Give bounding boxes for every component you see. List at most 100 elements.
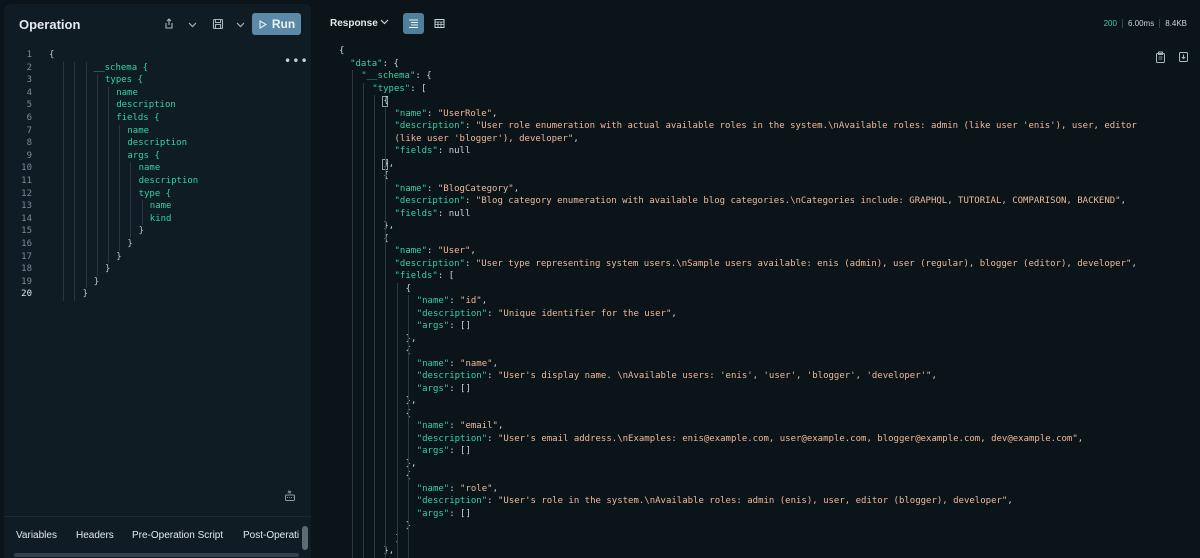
table-view-button[interactable] <box>429 13 450 34</box>
json-punct: : [] <box>449 508 471 519</box>
json-line: "description": "User's display name. \nA… <box>417 370 937 383</box>
prettify-button[interactable] <box>284 489 296 505</box>
chevron-down-icon <box>236 22 244 27</box>
editor-line[interactable]: 19} <box>4 276 304 289</box>
code-text: name <box>127 125 150 136</box>
json-punct: : <box>487 371 498 381</box>
editor-line[interactable]: 1{ <box>4 49 304 62</box>
json-key: "data" <box>350 58 383 69</box>
json-line: "name": "role", <box>417 483 498 496</box>
json-punct: , <box>470 246 476 256</box>
code-text: } <box>127 239 133 249</box>
json-indent-guide <box>385 107 387 558</box>
editor-line[interactable]: 16} <box>4 238 304 251</box>
json-key: "args" <box>416 383 450 394</box>
vertical-scrollbar[interactable] <box>302 526 308 550</box>
json-indent-guide <box>374 95 376 558</box>
indent-guide <box>96 74 98 276</box>
line-number: 7 <box>26 125 32 136</box>
save-menu-button[interactable] <box>231 15 249 33</box>
json-punct: : <box>464 258 476 269</box>
json-string: "role" <box>460 483 493 494</box>
editor-line[interactable]: 8 description <box>4 137 304 150</box>
tab-post-operation-script[interactable]: Post-Operati <box>243 530 299 541</box>
json-line: "name": "UserRole", <box>395 108 498 121</box>
tab-variables[interactable]: Variables <box>16 530 57 541</box>
line-number: 1 <box>26 50 32 60</box>
json-key: "args" <box>416 508 450 519</box>
chevron-down-icon <box>188 22 196 27</box>
editor-line[interactable]: 9 args { <box>4 150 304 163</box>
json-punct: , <box>1007 496 1013 506</box>
json-punct: , <box>513 183 520 194</box>
editor-line[interactable]: 11 description <box>4 175 304 188</box>
json-punct: : <box>427 246 438 256</box>
line-number: 5 <box>26 100 32 111</box>
json-string: "BlogCategory" <box>437 183 514 194</box>
editor-line[interactable]: 14 kind <box>4 213 304 226</box>
response-menu-button[interactable] <box>380 17 389 28</box>
editor-line[interactable]: 4 name <box>4 87 304 100</box>
line-number: 12 <box>21 188 32 199</box>
json-line: "__schema": { <box>361 70 431 83</box>
editor-line[interactable]: 5 description <box>4 99 304 112</box>
operation-editor[interactable]: ••• 1{2 __schema {3 types {4 name 5 descripti… <box>4 46 311 516</box>
editor-line[interactable]: 13 name <box>4 200 304 213</box>
run-button[interactable]: Run <box>252 13 301 35</box>
json-key: "description" <box>394 258 465 269</box>
editor-line[interactable]: 3 types { <box>4 74 304 87</box>
code-text: fields { <box>116 113 160 123</box>
json-key: "types" <box>372 83 411 94</box>
editor-line[interactable]: 10 name <box>4 162 304 175</box>
save-button[interactable] <box>209 15 227 33</box>
tabs-horizontal-scrollbar[interactable] <box>14 553 299 557</box>
json-line: "name": "name", <box>417 358 498 371</box>
tab-headers[interactable]: Headers <box>76 530 114 541</box>
json-string: "User type representing system users.\nS… <box>475 258 1132 269</box>
share-menu-button[interactable] <box>183 15 201 33</box>
editor-line[interactable]: 18} <box>4 263 304 276</box>
editor-line[interactable]: 6 fields { <box>4 112 304 125</box>
response-title[interactable]: Response <box>330 18 378 29</box>
editor-line[interactable]: 17} <box>4 251 304 264</box>
json-punct: : <box>449 296 461 306</box>
json-key: "description" <box>416 308 488 319</box>
tab-pre-operation-script[interactable]: Pre-Operation Script <box>132 530 223 541</box>
json-punct: , <box>492 483 498 494</box>
json-key: "fields" <box>394 146 438 156</box>
json-indent-guide <box>352 70 354 558</box>
json-punct: , <box>573 133 579 144</box>
editor-line[interactable]: 15} <box>4 225 304 238</box>
json-punct: : <box>427 108 438 119</box>
response-stats: 200 6.00ms 8.4KB <box>1099 19 1192 28</box>
line-number: 8 <box>26 138 32 149</box>
json-line: "fields": null <box>395 145 471 158</box>
editor-line[interactable]: 2 __schema { <box>4 62 304 75</box>
editor-line[interactable]: 12 type { <box>4 188 304 201</box>
indent-guide <box>63 61 65 301</box>
line-number: 17 <box>21 251 32 262</box>
json-line: { <box>339 45 344 58</box>
response-json-viewer[interactable]: {"data": {"__schema": {"types": [{"name"… <box>316 44 1200 558</box>
editor-line[interactable]: 7 name <box>4 125 304 138</box>
text-view-button[interactable] <box>403 13 424 34</box>
json-key: "name" <box>394 183 428 194</box>
code-text: type { <box>138 188 172 199</box>
json-punct: : [] <box>449 446 471 456</box>
status-code: 200 <box>1103 19 1117 28</box>
json-key: "description" <box>416 371 488 381</box>
share-button[interactable] <box>160 15 178 33</box>
line-number: 10 <box>21 163 32 174</box>
json-line: { <box>383 95 388 108</box>
json-punct: , <box>497 421 504 431</box>
save-icon <box>212 18 224 30</box>
json-punct: : { <box>382 58 399 69</box>
json-indent-guide <box>407 295 409 558</box>
code-text: __schema { <box>93 62 148 73</box>
json-punct: , <box>492 108 498 119</box>
json-line: "args": [] <box>417 320 471 333</box>
editor-line[interactable]: 20} <box>4 288 304 301</box>
json-string: "Blog category enumeration with availabl… <box>475 196 1121 206</box>
json-key: "args" <box>416 321 450 331</box>
json-punct: : [] <box>449 321 471 331</box>
